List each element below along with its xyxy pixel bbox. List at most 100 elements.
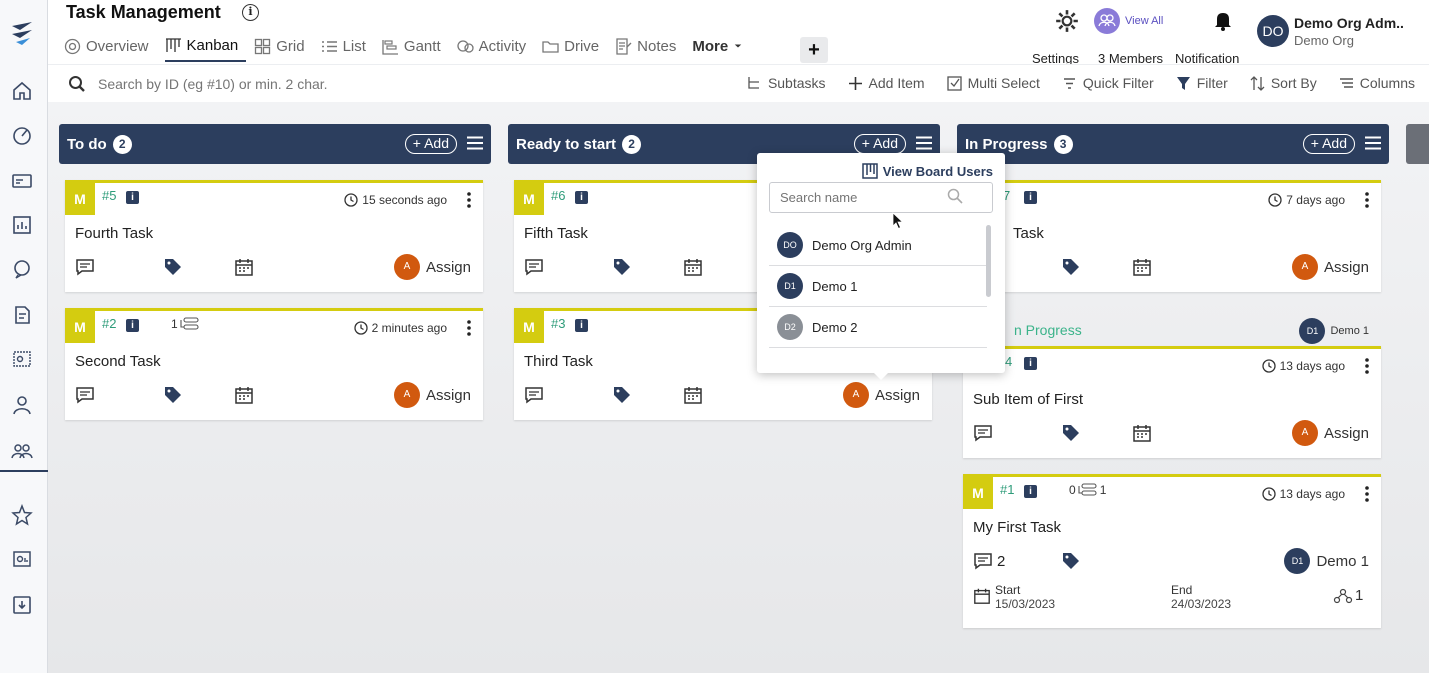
- star-icon[interactable]: [11, 504, 33, 526]
- tab-drive[interactable]: Drive: [542, 36, 607, 62]
- calendar-icon[interactable]: [234, 385, 254, 405]
- card-title[interactable]: Fifth Task: [524, 225, 588, 242]
- card-icon[interactable]: [11, 170, 33, 192]
- kebab-menu-icon[interactable]: [1365, 486, 1369, 502]
- report-icon[interactable]: [11, 214, 33, 236]
- add-item-button[interactable]: Add Item: [848, 75, 925, 91]
- notification-button[interactable]: Notification: [1172, 8, 1248, 66]
- menu-icon[interactable]: [916, 136, 932, 150]
- archive-icon[interactable]: [11, 594, 33, 616]
- comment-count[interactable]: 2: [973, 551, 1005, 571]
- card-id[interactable]: #3: [551, 316, 565, 331]
- comment-icon[interactable]: [524, 257, 544, 277]
- card-title[interactable]: Task: [1013, 225, 1044, 242]
- comment-icon[interactable]: [973, 423, 993, 443]
- assign-button[interactable]: A Assign: [842, 382, 920, 408]
- card-id[interactable]: #2: [102, 316, 116, 331]
- subtask-count[interactable]: 0 1: [1069, 483, 1106, 497]
- org-user-name[interactable]: Demo Org Adm..: [1294, 15, 1404, 31]
- add-view-button[interactable]: +: [800, 37, 828, 63]
- dashboard-icon[interactable]: [11, 124, 33, 146]
- card-title[interactable]: Sub Item of First: [973, 391, 1083, 408]
- info-icon[interactable]: i: [575, 319, 588, 332]
- analytics-icon[interactable]: [11, 348, 33, 370]
- view-board-users-link[interactable]: View Board Users: [861, 163, 993, 179]
- kebab-menu-icon[interactable]: [467, 320, 471, 336]
- tab-overview[interactable]: Overview: [64, 36, 157, 62]
- settings-button[interactable]: Settings: [1032, 8, 1088, 66]
- start-date[interactable]: Start 15/03/2023: [995, 583, 1055, 611]
- widget-icon[interactable]: [11, 548, 33, 570]
- list-item[interactable]: DO Demo Org Admin: [769, 225, 987, 266]
- list-item[interactable]: D2 Demo 2: [769, 307, 987, 348]
- tag-icon[interactable]: [1061, 257, 1081, 277]
- task-card[interactable]: M #2 i 1 2 minutes ago Second Task A Ass…: [65, 308, 483, 420]
- column-header-partial[interactable]: [1406, 124, 1429, 164]
- calendar-icon[interactable]: [1132, 257, 1152, 277]
- calendar-icon[interactable]: [683, 385, 703, 405]
- calendar-icon[interactable]: [1132, 423, 1152, 443]
- calendar-icon[interactable]: [683, 257, 703, 277]
- info-icon[interactable]: i: [126, 319, 139, 332]
- card-title[interactable]: Second Task: [75, 353, 161, 370]
- quick-filter-button[interactable]: Quick Filter: [1062, 75, 1154, 91]
- tab-grid[interactable]: Grid: [254, 36, 312, 62]
- app-logo-icon[interactable]: [8, 18, 36, 48]
- comment-icon[interactable]: [75, 385, 95, 405]
- search-input[interactable]: [98, 72, 498, 96]
- tab-notes[interactable]: Notes: [615, 36, 684, 62]
- assign-button[interactable]: A Assign: [1291, 254, 1369, 280]
- view-all-link[interactable]: View All: [1125, 15, 1163, 27]
- subtasks-button[interactable]: Subtasks: [747, 75, 826, 91]
- info-icon[interactable]: i: [1024, 485, 1037, 498]
- task-card[interactable]: 7 i 7 days ago Task A Assign: [963, 180, 1381, 292]
- menu-icon[interactable]: [1365, 136, 1381, 150]
- team-icon[interactable]: [11, 440, 33, 462]
- menu-icon[interactable]: [467, 136, 483, 150]
- tab-list[interactable]: List: [321, 36, 374, 62]
- user-icon[interactable]: [11, 394, 33, 416]
- info-icon[interactable]: i: [575, 191, 588, 204]
- task-card[interactable]: 4 i 13 days ago Sub Item of First A Assi…: [963, 346, 1381, 458]
- tag-icon[interactable]: [163, 385, 183, 405]
- info-icon[interactable]: i: [126, 191, 139, 204]
- task-card[interactable]: M #5 i 15 seconds ago Fourth Task A Assi…: [65, 180, 483, 292]
- tab-activity[interactable]: Activity: [456, 36, 535, 62]
- dependency-count[interactable]: 1: [1333, 587, 1363, 604]
- tag-icon[interactable]: [163, 257, 183, 277]
- sort-by-button[interactable]: Sort By: [1250, 75, 1317, 91]
- kebab-menu-icon[interactable]: [467, 192, 471, 208]
- home-icon[interactable]: [11, 80, 33, 102]
- assignee[interactable]: D1 Demo 1: [1284, 548, 1369, 574]
- filter-button[interactable]: Filter: [1176, 75, 1228, 91]
- card-id[interactable]: #6: [551, 188, 565, 203]
- calendar-icon[interactable]: [234, 257, 254, 277]
- card-title[interactable]: Fourth Task: [75, 225, 153, 242]
- card-id[interactable]: #1: [1000, 482, 1014, 497]
- tab-kanban[interactable]: Kanban: [164, 36, 247, 62]
- task-card[interactable]: M #1 i 0 1 13 days ago My First Task 2 D…: [963, 474, 1381, 628]
- multi-select-button[interactable]: Multi Select: [946, 75, 1040, 91]
- chat-icon[interactable]: [11, 258, 33, 280]
- columns-button[interactable]: Columns: [1339, 75, 1415, 91]
- tag-icon[interactable]: [612, 257, 632, 277]
- document-icon[interactable]: [11, 304, 33, 326]
- end-date[interactable]: End 24/03/2023: [1171, 583, 1231, 611]
- tab-more[interactable]: More: [692, 36, 751, 62]
- add-card-button[interactable]: + Add: [404, 134, 457, 154]
- card-title[interactable]: Third Task: [524, 353, 593, 370]
- assign-button[interactable]: A Assign: [393, 254, 471, 280]
- scrollbar[interactable]: [986, 225, 991, 297]
- add-card-button[interactable]: + Add: [1302, 134, 1355, 154]
- tag-icon[interactable]: [612, 385, 632, 405]
- card-id[interactable]: 4: [1005, 354, 1012, 369]
- list-item[interactable]: D1 Demo 1: [769, 266, 987, 307]
- tag-icon[interactable]: [1061, 551, 1081, 571]
- card-id[interactable]: #5: [102, 188, 116, 203]
- card-title[interactable]: My First Task: [973, 519, 1061, 536]
- comment-icon[interactable]: [75, 257, 95, 277]
- kebab-menu-icon[interactable]: [1365, 358, 1369, 374]
- tab-gantt[interactable]: Gantt: [382, 36, 449, 62]
- subitem-group-header[interactable]: n Progress D1 Demo 1: [963, 316, 1381, 346]
- info-icon[interactable]: i: [1024, 191, 1037, 204]
